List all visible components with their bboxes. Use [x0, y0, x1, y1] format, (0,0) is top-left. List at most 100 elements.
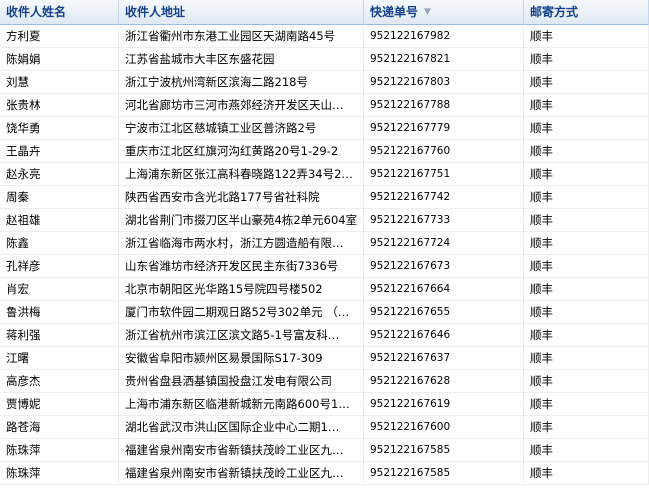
- table-row[interactable]: 陈鑫 浙江省临海市两水村，浙江方圆造船有限… 952122167724 顺丰: [0, 232, 649, 255]
- table-row[interactable]: 陈珠萍 福建省泉州南安市省新镇扶茂岭工业区九… 952122167585 顺丰: [0, 439, 649, 462]
- cell-name: 周秦: [0, 186, 119, 208]
- column-header-name[interactable]: 收件人姓名: [0, 0, 119, 25]
- table-row[interactable]: 贾博妮 上海市浦东新区临港新城新元南路600号1… 952122167619 顺丰: [0, 393, 649, 416]
- cell-name: 赵祖雄: [0, 209, 119, 231]
- table-row[interactable]: 方利夏 浙江省衢州市东港工业园区天湖南路45号 952122167982 顺丰: [0, 25, 649, 48]
- cell-address: 宁波市江北区慈城镇工业区普济路2号: [119, 117, 364, 139]
- cell-tracking: 952122167646: [364, 324, 524, 346]
- table-row[interactable]: 路苍海 湖北省武汉市洪山区国际企业中心二期1… 952122167600 顺丰: [0, 416, 649, 439]
- table-row[interactable]: 赵祖雄 湖北省荆门市掇刀区半山豪苑4栋2单元604室 952122167733 顺丰: [0, 209, 649, 232]
- cell-name: 饶华勇: [0, 117, 119, 139]
- cell-shipping: 顺丰: [524, 209, 649, 231]
- column-header-name-label: 收件人姓名: [6, 5, 67, 19]
- cell-shipping: 顺丰: [524, 140, 649, 162]
- cell-name: 陈鑫: [0, 232, 119, 254]
- cell-tracking: 952122167655: [364, 301, 524, 323]
- cell-shipping: 顺丰: [524, 232, 649, 254]
- cell-shipping: 顺丰: [524, 94, 649, 116]
- cell-name: 鲁洪梅: [0, 301, 119, 323]
- cell-tracking: 952122167664: [364, 278, 524, 300]
- cell-tracking: 952122167637: [364, 347, 524, 369]
- table-row[interactable]: 张贵林 河北省廊坊市三河市燕郊经济开发区天山… 952122167788 顺丰: [0, 94, 649, 117]
- express-grid: 收件人姓名 收件人地址 快递单号 ▼ 邮寄方式 方利夏 浙江省衢州市东港工业园区天湖…: [0, 0, 649, 489]
- cell-name: 肖宏: [0, 278, 119, 300]
- table-row[interactable]: 周秦 陕西省西安市含光北路177号省社科院 952122167742 顺丰: [0, 186, 649, 209]
- table-row[interactable]: 饶华勇 宁波市江北区慈城镇工业区普济路2号 952122167779 顺丰: [0, 117, 649, 140]
- cell-tracking: 952122167733: [364, 209, 524, 231]
- table-row[interactable]: 赵永亮 上海浦东新区张江高科春晓路122弄34号2… 952122167751 顺丰: [0, 163, 649, 186]
- cell-tracking: 952122167585: [364, 462, 524, 484]
- column-header-shipping[interactable]: 邮寄方式: [524, 0, 649, 25]
- column-header-address-label: 收件人地址: [125, 5, 186, 19]
- table-row[interactable]: 陈珠萍 福建省泉州南安市省新镇扶茂岭工业区九… 952122167585 顺丰: [0, 462, 649, 485]
- cell-tracking: 952122167724: [364, 232, 524, 254]
- cell-name: 刘慧: [0, 71, 119, 93]
- cell-name: 高彦杰: [0, 370, 119, 392]
- cell-address: 河北省廊坊市三河市燕郊经济开发区天山…: [119, 94, 364, 116]
- cell-tracking: 952122167760: [364, 140, 524, 162]
- cell-address: 陕西省西安市含光北路177号省社科院: [119, 186, 364, 208]
- cell-shipping: 顺丰: [524, 416, 649, 438]
- cell-tracking: 952122167788: [364, 94, 524, 116]
- cell-address: 福建省泉州南安市省新镇扶茂岭工业区九…: [119, 439, 364, 461]
- cell-tracking: 952122167803: [364, 71, 524, 93]
- cell-address: 贵州省盘县洒基镇国投盘江发电有限公司: [119, 370, 364, 392]
- grid-header: 收件人姓名 收件人地址 快递单号 ▼ 邮寄方式: [0, 0, 649, 25]
- table-row[interactable]: 王晶卉 重庆市江北区红旗河沟红黄路20号1-29-2 952122167760 顺丰: [0, 140, 649, 163]
- cell-name: 蒋利强: [0, 324, 119, 346]
- cell-name: 方利夏: [0, 25, 119, 47]
- cell-address: 上海浦东新区张江高科春晓路122弄34号2…: [119, 163, 364, 185]
- column-header-address[interactable]: 收件人地址: [119, 0, 364, 25]
- column-header-tracking-label: 快递单号: [370, 5, 419, 19]
- table-row[interactable]: 江曙 安徽省阜阳市颍州区易景国际S17-309 952122167637 顺丰: [0, 347, 649, 370]
- cell-tracking: 952122167673: [364, 255, 524, 277]
- cell-shipping: 顺丰: [524, 186, 649, 208]
- cell-address: 浙江省临海市两水村，浙江方圆造船有限…: [119, 232, 364, 254]
- column-header-tracking[interactable]: 快递单号 ▼: [364, 0, 524, 25]
- cell-shipping: 顺丰: [524, 324, 649, 346]
- cell-tracking: 952122167600: [364, 416, 524, 438]
- cell-shipping: 顺丰: [524, 301, 649, 323]
- cell-name: 张贵林: [0, 94, 119, 116]
- cell-address: 山东省潍坊市经济开发区民主东街7336号: [119, 255, 364, 277]
- cell-tracking: 952122167742: [364, 186, 524, 208]
- cell-tracking: 952122167779: [364, 117, 524, 139]
- table-row[interactable]: 高彦杰 贵州省盘县洒基镇国投盘江发电有限公司 952122167628 顺丰: [0, 370, 649, 393]
- grid-body: 方利夏 浙江省衢州市东港工业园区天湖南路45号 952122167982 顺丰 陈娟娟江…: [0, 25, 649, 485]
- cell-name: 江曙: [0, 347, 119, 369]
- cell-shipping: 顺丰: [524, 117, 649, 139]
- column-header-shipping-label: 邮寄方式: [530, 5, 579, 19]
- table-row[interactable]: 刘慧 浙江宁波杭州湾新区滨海二路218号 952122167803 顺丰: [0, 71, 649, 94]
- cell-address: 湖北省武汉市洪山区国际企业中心二期1…: [119, 416, 364, 438]
- cell-address: 湖北省荆门市掇刀区半山豪苑4栋2单元604室: [119, 209, 364, 231]
- cell-tracking: 952122167619: [364, 393, 524, 415]
- cell-name: 王晶卉: [0, 140, 119, 162]
- cell-address: 上海市浦东新区临港新城新元南路600号1…: [119, 393, 364, 415]
- cell-shipping: 顺丰: [524, 25, 649, 47]
- cell-address: 福建省泉州南安市省新镇扶茂岭工业区九…: [119, 462, 364, 484]
- cell-shipping: 顺丰: [524, 278, 649, 300]
- cell-name: 陈娟娟: [0, 48, 119, 70]
- cell-tracking: 952122167585: [364, 439, 524, 461]
- table-row[interactable]: 肖宏 北京市朝阳区光华路15号院四号楼502 952122167664 顺丰: [0, 278, 649, 301]
- cell-shipping: 顺丰: [524, 48, 649, 70]
- table-row[interactable]: 蒋利强 浙江省杭州市滨江区滨文路5-1号富友科… 952122167646 顺丰: [0, 324, 649, 347]
- cell-shipping: 顺丰: [524, 462, 649, 484]
- cell-shipping: 顺丰: [524, 393, 649, 415]
- cell-address: 浙江宁波杭州湾新区滨海二路218号: [119, 71, 364, 93]
- cell-name: 路苍海: [0, 416, 119, 438]
- cell-address: 安徽省阜阳市颍州区易景国际S17-309: [119, 347, 364, 369]
- cell-address: 北京市朝阳区光华路15号院四号楼502: [119, 278, 364, 300]
- cell-shipping: 顺丰: [524, 347, 649, 369]
- cell-shipping: 顺丰: [524, 370, 649, 392]
- cell-shipping: 顺丰: [524, 71, 649, 93]
- cell-address: 浙江省杭州市滨江区滨文路5-1号富友科…: [119, 324, 364, 346]
- cell-tracking: 952122167982: [364, 25, 524, 47]
- cell-tracking: 952122167821: [364, 48, 524, 70]
- table-row[interactable]: 鲁洪梅 厦门市软件园二期观日路52号302单元 （… 952122167655 顺丰: [0, 301, 649, 324]
- cell-name: 陈珠萍: [0, 462, 119, 484]
- table-row[interactable]: 陈娟娟 江苏省盐城市大丰区东盛花园 952122167821 顺丰: [0, 48, 649, 71]
- cell-tracking: 952122167628: [364, 370, 524, 392]
- table-row[interactable]: 孔祥彦 山东省潍坊市经济开发区民主东街7336号 952122167673 顺丰: [0, 255, 649, 278]
- sort-desc-icon[interactable]: ▼: [424, 0, 431, 25]
